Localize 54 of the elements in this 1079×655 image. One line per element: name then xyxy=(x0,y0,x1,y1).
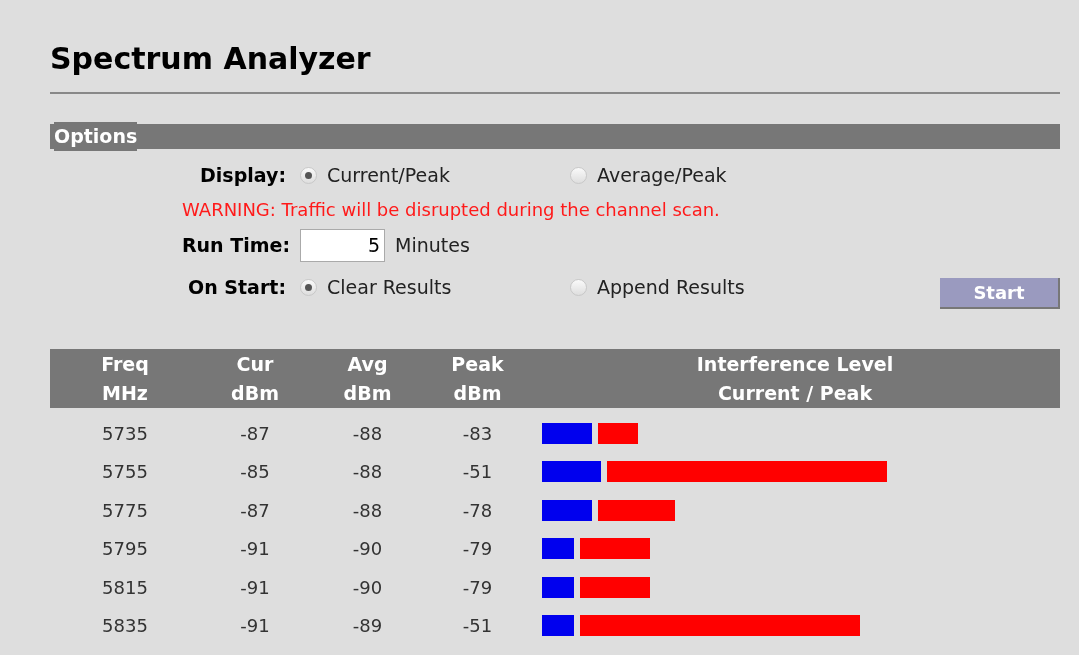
column-header: Interference Level Current / Peak xyxy=(695,351,895,406)
column-header: Cur dBm xyxy=(230,351,280,406)
option-text: Clear Results xyxy=(327,274,452,300)
table-cell: -85 xyxy=(240,461,270,483)
table-cell: -88 xyxy=(352,499,383,521)
table-cell: -79 xyxy=(462,538,493,560)
option-label: On Start: xyxy=(187,274,287,300)
page-title: Spectrum Analyzer xyxy=(50,40,372,78)
run-time-field[interactable]: 5 xyxy=(300,228,385,262)
radio-button[interactable] xyxy=(570,166,587,184)
radio-button[interactable] xyxy=(300,278,317,296)
table-cell: -91 xyxy=(240,576,270,598)
table-cell: -88 xyxy=(352,461,383,483)
table-cell: -91 xyxy=(240,615,270,637)
radio-button[interactable] xyxy=(570,278,587,296)
column-header: Avg dBm xyxy=(342,351,393,406)
table-cell: -91 xyxy=(240,538,270,560)
current-bar xyxy=(542,576,574,598)
warning-text: WARNING: Traffic will be disrupted during the channel scan. xyxy=(181,198,721,222)
column-header: Freq MHz xyxy=(100,351,150,406)
peak-bar xyxy=(579,576,650,598)
table-cell: -78 xyxy=(462,499,493,521)
table-cell: 5735 xyxy=(102,422,148,444)
unit-text: Minutes xyxy=(395,232,470,258)
table-cell: -89 xyxy=(352,615,383,637)
table-cell: -79 xyxy=(462,576,493,598)
table-cell: 5775 xyxy=(102,499,148,521)
current-bar xyxy=(542,615,574,637)
radio-button[interactable] xyxy=(300,166,317,184)
table-cell: -90 xyxy=(352,538,383,560)
table-cell: 5795 xyxy=(102,538,148,560)
table-cell: -87 xyxy=(240,422,270,444)
option-label: Run Time: xyxy=(180,232,291,258)
current-bar xyxy=(542,538,574,560)
option-text: Average/Peak xyxy=(597,162,727,188)
column-header: Peak dBm xyxy=(450,351,505,406)
peak-bar xyxy=(579,538,650,560)
table-cell: 5755 xyxy=(102,461,148,483)
option-label: Display: xyxy=(199,162,287,188)
table-cell: -87 xyxy=(240,499,270,521)
current-bar xyxy=(542,422,592,444)
section-title: Options xyxy=(54,122,138,151)
table-cell: 5815 xyxy=(102,576,148,598)
table-cell: -51 xyxy=(462,615,493,637)
table-cell: -88 xyxy=(352,422,383,444)
table-cell: -83 xyxy=(462,422,493,444)
current-bar xyxy=(542,499,592,521)
option-text: Current/Peak xyxy=(327,162,450,188)
table-cell: -51 xyxy=(462,461,493,483)
option-text: Append Results xyxy=(597,274,745,300)
current-bar xyxy=(542,461,601,483)
table-cell: 5835 xyxy=(102,615,148,637)
peak-bar xyxy=(597,422,638,444)
table-cell: -90 xyxy=(352,576,383,598)
